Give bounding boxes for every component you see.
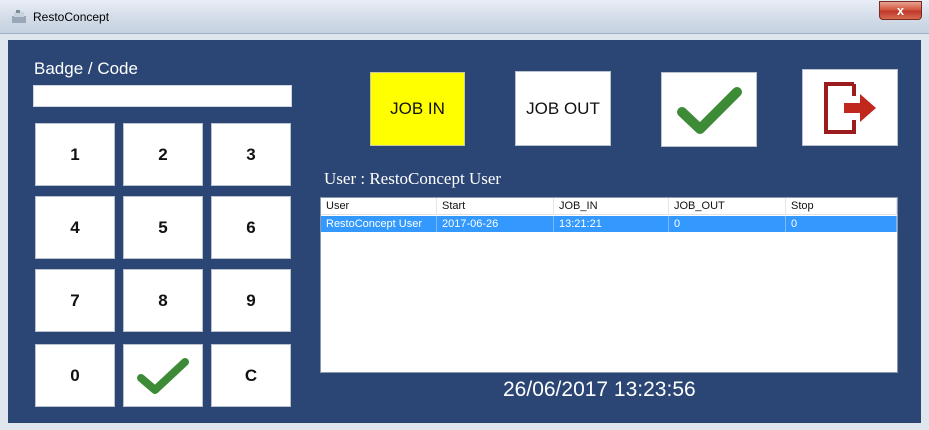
confirm-button[interactable]	[661, 72, 757, 147]
column-header-job-out[interactable]: JOB_OUT	[669, 198, 786, 214]
keypad-confirm-button[interactable]	[123, 344, 203, 407]
title-bar: RestoConcept x	[0, 0, 929, 34]
checkmark-icon	[677, 86, 742, 134]
cell-user: RestoConcept User	[321, 216, 437, 232]
cell-start: 2017-06-26	[437, 216, 554, 232]
exit-button[interactable]	[802, 69, 898, 146]
keypad-key-6[interactable]: 6	[211, 196, 291, 259]
exit-door-icon	[824, 81, 876, 134]
keypad-key-3[interactable]: 3	[211, 123, 291, 186]
table-header: User Start JOB_IN JOB_OUT Stop	[321, 198, 897, 215]
badge-code-input[interactable]	[33, 85, 292, 107]
app-icon	[12, 10, 26, 23]
window-title: RestoConcept	[33, 10, 110, 24]
job-in-button[interactable]: JOB IN	[370, 72, 465, 146]
app-window: RestoConcept x Badge / Code 1 2 3 4 5 6 …	[0, 0, 929, 430]
close-button[interactable]: x	[879, 1, 922, 20]
column-header-start[interactable]: Start	[437, 198, 554, 214]
table-row[interactable]: RestoConcept User 2017-06-26 13:21:21 0 …	[321, 216, 897, 232]
current-user-label: User : RestoConcept User	[324, 169, 502, 188]
cell-job-out: 0	[669, 216, 786, 232]
attendance-table[interactable]: User Start JOB_IN JOB_OUT Stop RestoConc…	[320, 197, 898, 373]
cell-job-in: 13:21:21	[554, 216, 669, 232]
keypad-key-8[interactable]: 8	[123, 269, 203, 332]
column-header-stop[interactable]: Stop	[786, 198, 897, 214]
cell-stop: 0	[786, 216, 897, 232]
badge-code-label: Badge / Code	[34, 59, 138, 78]
keypad-key-0[interactable]: 0	[35, 344, 115, 407]
column-header-user[interactable]: User	[321, 198, 437, 214]
keypad-key-9[interactable]: 9	[211, 269, 291, 332]
close-icon: x	[896, 3, 905, 18]
job-in-label: JOB IN	[390, 99, 445, 118]
main-panel: Badge / Code 1 2 3 4 5 6 7 8 9 0 C JOB I…	[8, 40, 921, 423]
checkmark-icon	[137, 357, 189, 394]
keypad-key-5[interactable]: 5	[123, 196, 203, 259]
column-header-job-in[interactable]: JOB_IN	[554, 198, 669, 214]
keypad-clear-button[interactable]: C	[211, 344, 291, 407]
keypad-key-4[interactable]: 4	[35, 196, 115, 259]
keypad-key-1[interactable]: 1	[35, 123, 115, 186]
date-time-display: 26/06/2017 13:23:56	[503, 378, 696, 401]
keypad-key-7[interactable]: 7	[35, 269, 115, 332]
job-out-label: JOB OUT	[526, 98, 600, 118]
keypad-key-2[interactable]: 2	[123, 123, 203, 186]
job-out-button[interactable]: JOB OUT	[515, 71, 611, 146]
